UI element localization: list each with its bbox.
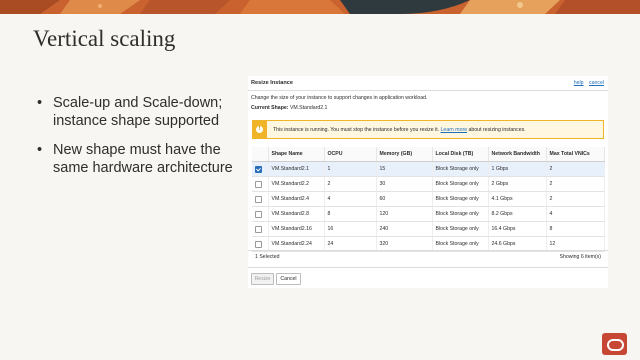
warning-suffix: about resizing instances. bbox=[468, 127, 526, 133]
bullet-text: Scale-up and Scale-down; instance shape … bbox=[53, 95, 223, 129]
shapes-table: Shape Name OCPU Memory (GB) Local Disk (… bbox=[252, 147, 605, 252]
table-cell: 2 bbox=[324, 176, 377, 192]
column-header[interactable]: Max Total VNICs bbox=[546, 147, 605, 162]
cancel-button[interactable]: Cancel bbox=[276, 273, 301, 285]
column-header[interactable]: OCPU bbox=[324, 147, 377, 162]
resize-instance-panel: Resize Instance help cancel Change the s… bbox=[248, 76, 608, 288]
table-row[interactable]: VM.Standard2.2 2 30 Block Storage only 2 Gbp… bbox=[252, 176, 605, 192]
warning-stripe: ! bbox=[253, 121, 267, 138]
bullet-item: • Scale-up and Scale-down; instance shape… bbox=[35, 94, 240, 130]
table-cell: 15 bbox=[376, 161, 433, 177]
table-cell: VM.Standard2.8 bbox=[268, 206, 325, 222]
panel-description: Change the size of your instance to supp… bbox=[251, 95, 428, 101]
table-cell: 4.1 Gbps bbox=[488, 191, 547, 207]
divider bbox=[248, 250, 608, 251]
column-header[interactable]: Shape Name bbox=[268, 147, 325, 162]
bullet-item: • New shape must have the same hardware a… bbox=[35, 141, 240, 177]
table-cell: Block Storage only bbox=[432, 191, 489, 207]
table-cell: 4 bbox=[324, 191, 377, 207]
current-shape-label: Current Shape: bbox=[251, 105, 289, 111]
panel-links: help cancel bbox=[570, 80, 604, 86]
table-cell: Block Storage only bbox=[432, 206, 489, 222]
table-cell: 2 bbox=[546, 176, 605, 192]
table-cell: 240 bbox=[376, 221, 433, 237]
row-select-cell[interactable] bbox=[252, 191, 269, 207]
table-cell: 4 bbox=[546, 206, 605, 222]
row-select-cell[interactable] bbox=[252, 221, 269, 237]
table-cell: 120 bbox=[376, 206, 433, 222]
row-select-cell[interactable] bbox=[252, 206, 269, 222]
table-cell: Block Storage only bbox=[432, 161, 489, 177]
table-row[interactable]: VM.Standard2.4 4 60 Block Storage only 4.1 G… bbox=[252, 191, 605, 207]
table-cell: 60 bbox=[376, 191, 433, 207]
checkbox-icon[interactable] bbox=[255, 165, 262, 173]
table-cell: 16.4 Gbps bbox=[488, 221, 547, 237]
checkbox-icon[interactable] bbox=[255, 225, 262, 233]
warning-message: This instance is running. You must stop … bbox=[273, 127, 440, 133]
column-header[interactable]: Network Bandwidth bbox=[488, 147, 547, 162]
slide-title: Vertical scaling bbox=[33, 26, 176, 51]
table-cell: Block Storage only bbox=[432, 176, 489, 192]
table-cell: VM.Standard2.2 bbox=[268, 176, 325, 192]
table-cell: VM.Standard2.4 bbox=[268, 191, 325, 207]
panel-title: Resize Instance bbox=[251, 80, 293, 86]
table-cell: 30 bbox=[376, 176, 433, 192]
table-cell: VM.Standard2.1 bbox=[268, 161, 325, 177]
bullet-list: • Scale-up and Scale-down; instance shape… bbox=[35, 94, 240, 188]
table-cell: 2 bbox=[546, 161, 605, 177]
table-row[interactable]: VM.Standard2.1 1 15 Block Storage only 1 Gbp… bbox=[252, 161, 605, 177]
warning-text: This instance is running. You must stop … bbox=[273, 127, 526, 133]
bullet-dot-icon: • bbox=[37, 142, 43, 158]
table-cell: Block Storage only bbox=[432, 221, 489, 237]
learn-more-link[interactable]: Learn more bbox=[441, 127, 468, 133]
warning-icon: ! bbox=[256, 126, 263, 133]
checkbox-icon[interactable] bbox=[255, 240, 262, 248]
bullet-dot-icon: • bbox=[37, 95, 43, 111]
divider bbox=[248, 267, 608, 268]
current-shape-value: VM.Standard2.1 bbox=[289, 105, 328, 111]
table-cell: VM.Standard2.16 bbox=[268, 221, 325, 237]
table-row[interactable]: VM.Standard2.16 16 240 Block Storage only 16… bbox=[252, 221, 605, 237]
bullet-text: New shape must have the same hardware ar… bbox=[53, 142, 233, 176]
oracle-ring-icon bbox=[607, 339, 624, 351]
table-cell: 1 Gbps bbox=[488, 161, 547, 177]
table-cell: 8.2 Gbps bbox=[488, 206, 547, 222]
checkbox-icon[interactable] bbox=[255, 210, 262, 218]
table-header-row: Shape Name OCPU Memory (GB) Local Disk (… bbox=[252, 147, 605, 162]
current-shape: Current Shape: VM.Standard2.1 bbox=[251, 105, 327, 111]
divider bbox=[248, 90, 608, 91]
help-link[interactable]: help bbox=[574, 80, 584, 86]
column-header[interactable]: Memory (GB) bbox=[376, 147, 433, 162]
resize-button[interactable]: Resize bbox=[251, 273, 274, 285]
table-cell: 16 bbox=[324, 221, 377, 237]
table-cell: 8 bbox=[546, 221, 605, 237]
row-select-cell[interactable] bbox=[252, 176, 269, 192]
table-cell: 1 bbox=[324, 161, 377, 177]
showing-count: Showing 6 item(s) bbox=[559, 254, 601, 260]
table-row[interactable]: VM.Standard2.8 8 120 Block Storage only 8.2 … bbox=[252, 206, 605, 222]
select-column-header bbox=[252, 147, 269, 162]
selected-count: 1 Selected bbox=[255, 254, 280, 260]
table-cell: 2 Gbps bbox=[488, 176, 547, 192]
cancel-link[interactable]: cancel bbox=[589, 80, 604, 86]
oracle-logo-icon bbox=[602, 333, 627, 355]
warning-banner: ! This instance is running. You must sto… bbox=[252, 120, 604, 139]
table-cell: 8 bbox=[324, 206, 377, 222]
table-cell: 2 bbox=[546, 191, 605, 207]
decorative-banner bbox=[0, 0, 640, 14]
checkbox-icon[interactable] bbox=[255, 180, 262, 188]
checkbox-icon[interactable] bbox=[255, 195, 262, 203]
column-header[interactable]: Local Disk (TB) bbox=[432, 147, 489, 162]
table-body: VM.Standard2.1 1 15 Block Storage only 1 Gbp… bbox=[252, 161, 605, 252]
row-select-cell[interactable] bbox=[252, 161, 269, 177]
